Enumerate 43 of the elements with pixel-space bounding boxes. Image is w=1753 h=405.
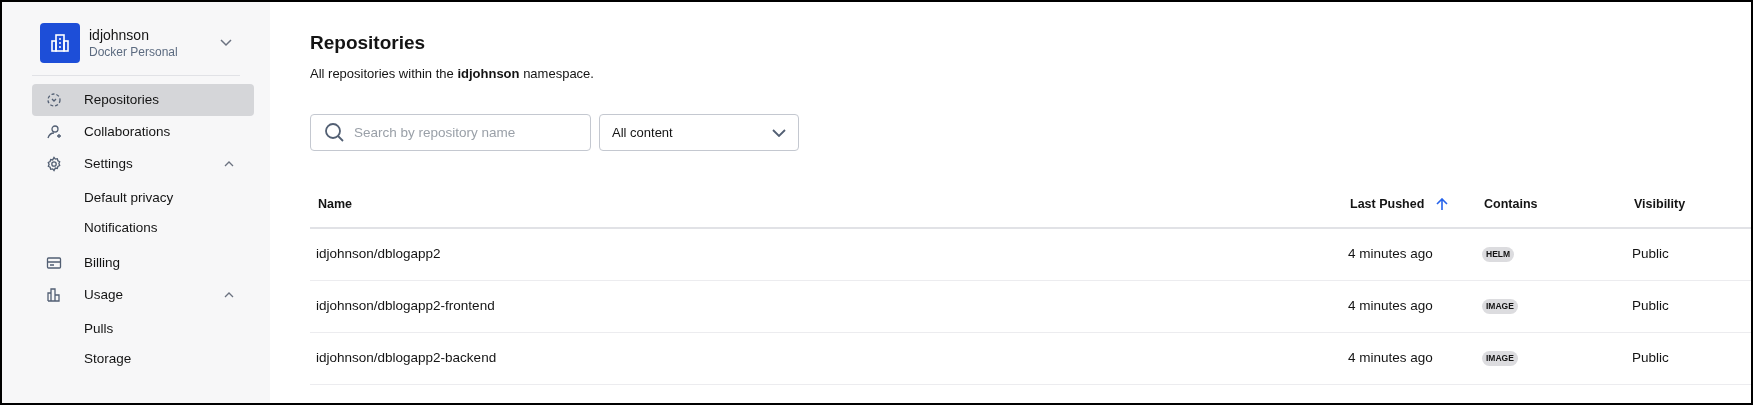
last-pushed-time: 4 minutes ago [1348,245,1433,264]
account-name: idjohnson [89,26,150,44]
page-title: Repositories [310,31,427,55]
content-tag: IMAGE [1482,351,1518,366]
column-header[interactable]: Last Pushed [1350,194,1449,214]
sidebar-item[interactable]: Repositories [32,84,254,116]
people-icon [46,124,62,140]
visibility-text: Public [1632,297,1669,316]
search-field[interactable]: Search by repository name [310,114,591,151]
repository-icon [46,92,62,108]
content-dropdown[interactable]: All content [599,114,799,151]
chevron-up-icon[interactable] [224,161,234,167]
sidebar-item[interactable]: Collaborations [32,116,254,148]
bar-chart-icon [46,287,62,303]
content-tag: HELM [1482,247,1515,262]
sidebar-item[interactable]: Settings [32,148,254,180]
sidebar-item[interactable]: Usage [32,279,254,311]
page-description: All repositories within the idjohnson namespace. [310,65,595,83]
repository-name[interactable]: idjohnson/dblogapp2-backend [316,348,497,369]
last-pushed-time: 4 minutes ago [1348,297,1433,316]
content-tag: IMAGE [1482,299,1518,314]
chevron-down-icon[interactable] [220,39,232,47]
sidebar-item[interactable]: Billing [32,247,254,279]
chevron-down-icon [772,128,786,137]
repository-name[interactable]: idjohnson/dblogapp2 [316,244,441,265]
account-plan: Docker Personal [89,44,178,60]
visibility-text: Public [1632,245,1669,264]
search-icon [324,122,345,143]
last-pushed-time: 4 minutes ago [1348,349,1433,368]
building-icon [40,23,80,63]
settings-icon [46,156,62,172]
visibility-text: Public [1632,349,1669,368]
sort-up-arrow-icon[interactable] [1436,197,1449,211]
chevron-up-icon[interactable] [224,292,234,298]
column-header[interactable]: Visibility [1634,194,1686,214]
sidebar-subitem[interactable]: Pulls [32,314,254,344]
sidebar-subitem[interactable]: Notifications [32,213,254,243]
column-header[interactable]: Name [318,194,353,214]
sidebar-subitem[interactable]: Default privacy [32,183,254,213]
sidebar-subitem[interactable]: Storage [32,344,254,374]
column-header[interactable]: Contains [1484,194,1538,214]
repository-name[interactable]: idjohnson/dblogapp2-frontend [316,296,495,317]
credit-card-icon [46,255,62,271]
